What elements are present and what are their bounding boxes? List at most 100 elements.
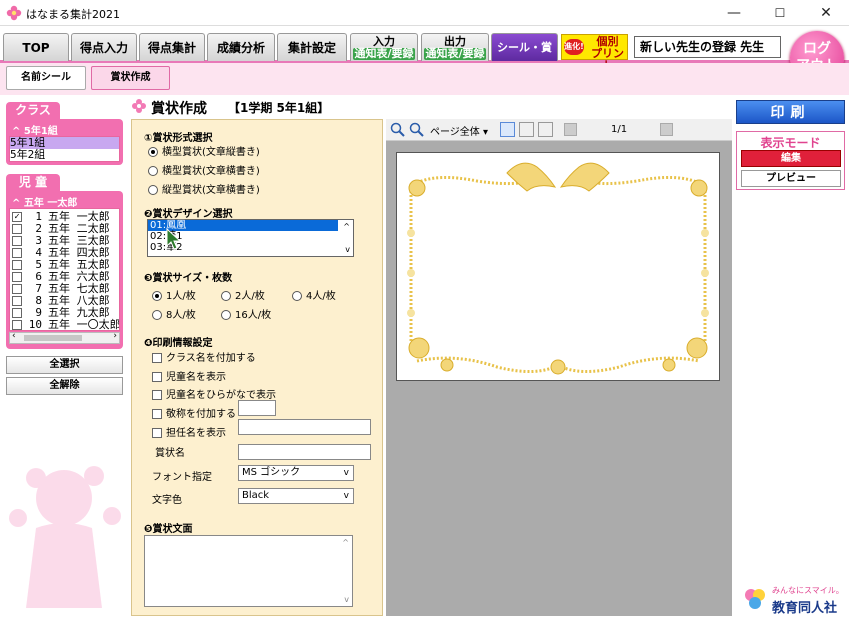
subtab-award-create[interactable]: 賞状作成	[91, 66, 170, 90]
deselect-all-button[interactable]: 全解除	[6, 377, 123, 395]
radio-icon[interactable]	[148, 185, 158, 195]
checkbox-icon[interactable]	[12, 296, 22, 306]
award-name-label: 賞状名	[155, 448, 185, 459]
checkbox-icon[interactable]	[12, 320, 22, 330]
size-option[interactable]: 1人/枚	[152, 287, 196, 302]
section-size: ❸賞状サイズ・枚数	[144, 273, 233, 284]
tab-score-input[interactable]: 得点入力	[71, 33, 137, 61]
student-panel-header: 児 童	[6, 174, 60, 191]
tab-score-total[interactable]: 得点集計	[139, 33, 205, 61]
award-name-input[interactable]	[238, 444, 371, 460]
radio-icon[interactable]	[148, 147, 158, 157]
page-indicator: 1/1	[611, 124, 628, 135]
checkbox-icon[interactable]: ✓	[12, 212, 22, 222]
tab-report-input[interactable]: 入力 通知表/要録	[350, 33, 418, 61]
checkbox-icon[interactable]	[12, 236, 22, 246]
zoom-select-value: ページ全体	[430, 127, 480, 138]
section-design: ❷賞状デザイン選択	[144, 209, 233, 220]
horizontal-scrollbar[interactable]: ‹ ›	[9, 331, 120, 344]
checkbox-icon[interactable]	[12, 308, 22, 318]
scroll-up-icon[interactable]: ^	[343, 221, 350, 232]
tab-top[interactable]: TOP	[3, 33, 69, 61]
print-check[interactable]: 担任名を表示	[152, 424, 226, 439]
tab-analysis[interactable]: 成績分析	[207, 33, 275, 61]
checkbox-icon[interactable]	[12, 224, 22, 234]
checkbox-icon[interactable]	[152, 390, 162, 400]
zoom-in-icon[interactable]	[390, 122, 405, 137]
font-select[interactable]: MS ゴシック v	[238, 465, 354, 481]
size-option-label: 16人/枚	[235, 310, 272, 321]
radio-icon[interactable]	[148, 166, 158, 176]
scroll-thumb[interactable]	[24, 335, 82, 341]
checkbox-icon[interactable]	[12, 272, 22, 282]
scroll-up-icon[interactable]: ^	[342, 538, 349, 547]
format-option[interactable]: 横型賞状(文章横書き)	[148, 162, 260, 177]
phoenix-frame-image	[407, 162, 709, 375]
prev-page-icon[interactable]	[564, 123, 577, 136]
zoom-out-icon[interactable]	[409, 122, 424, 137]
print-check-label: 担任名を表示	[166, 428, 226, 439]
select-all-button[interactable]: 全選択	[6, 356, 123, 374]
checkbox-icon[interactable]	[152, 428, 162, 438]
radio-icon[interactable]	[221, 291, 231, 301]
size-option[interactable]: 8人/枚	[152, 306, 196, 321]
font-select-value: MS ゴシック	[242, 467, 301, 478]
radio-icon[interactable]	[152, 310, 162, 320]
format-option-label: 横型賞状(文章縦書き)	[162, 147, 260, 158]
format-option[interactable]: 横型賞状(文章縦書き)	[148, 143, 260, 158]
company-name: 教育同人社	[772, 601, 838, 616]
checkbox-icon[interactable]	[12, 248, 22, 258]
subtab-name-seal[interactable]: 名前シール	[6, 66, 86, 90]
display-mode-panel: 表示モード 編集 プレビュー	[736, 131, 845, 190]
individual-print-button[interactable]: 進化! 個別 プリント	[561, 34, 628, 72]
format-option[interactable]: 縦型賞状(文章横書き)	[148, 181, 260, 196]
size-option[interactable]: 2人/枚	[221, 287, 265, 302]
section-text: ❺賞状文面	[144, 524, 193, 535]
print-check[interactable]: クラス名を付加する	[152, 349, 256, 364]
scroll-down-icon[interactable]: v	[345, 244, 350, 255]
edit-mode-button[interactable]: 編集	[741, 150, 841, 167]
award-text-area[interactable]: ^ v	[144, 535, 353, 607]
scroll-down-icon[interactable]: v	[344, 595, 349, 604]
tab-seal-award[interactable]: シール・賞状	[491, 33, 558, 82]
color-select[interactable]: Black v	[238, 488, 354, 504]
company-tagline: みんなにスマイル。	[772, 586, 844, 595]
two-page-icon[interactable]	[519, 122, 534, 137]
student-list: ✓ 1 五年 一太郎 2 五年 二太郎 3 五年 三太郎 4 五年 四太郎 5 五年 五太郎 6 五年 …	[9, 208, 120, 331]
tab-settings[interactable]: 集計設定	[277, 33, 347, 61]
scroll-left-icon[interactable]: ‹	[12, 331, 16, 341]
print-button[interactable]: 印刷	[736, 100, 845, 124]
checkbox-icon[interactable]	[152, 409, 162, 419]
tab-report-output[interactable]: 出力 通知表/要録	[421, 33, 489, 61]
checkbox-icon[interactable]	[152, 353, 162, 363]
section-format: ①賞状形式選択	[144, 133, 213, 144]
size-option[interactable]: 4人/枚	[292, 287, 336, 302]
maximize-button[interactable]: ☐	[757, 0, 803, 26]
checkbox-icon[interactable]	[12, 260, 22, 270]
print-check[interactable]: 敬称を付加する	[152, 405, 236, 420]
size-option[interactable]: 16人/枚	[221, 306, 271, 321]
student-row[interactable]: 10 五年 一〇太郎	[12, 319, 119, 330]
minimize-button[interactable]: —	[711, 0, 757, 26]
zoom-select[interactable]: ページ全体 ▾	[430, 123, 488, 138]
close-button[interactable]: ✕	[803, 0, 849, 26]
checkbox-icon[interactable]	[152, 372, 162, 382]
print-check[interactable]: 児童名をひらがなで表示	[152, 386, 276, 401]
page-title: 賞状作成	[151, 101, 207, 117]
checkbox-icon[interactable]	[12, 284, 22, 294]
settings-form: ①賞状形式選択 横型賞状(文章縦書き) 横型賞状(文章横書き) 縦型賞状(文章横…	[131, 119, 383, 616]
honorific-input[interactable]	[238, 400, 276, 416]
preview-mode-button[interactable]: プレビュー	[741, 170, 841, 187]
scroll-right-icon[interactable]: ›	[113, 331, 117, 341]
cursor-icon	[166, 228, 182, 250]
radio-icon[interactable]	[152, 291, 162, 301]
single-page-icon[interactable]	[500, 122, 515, 137]
teacher-name-input[interactable]	[238, 419, 371, 435]
print-check[interactable]: 児童名を表示	[152, 368, 226, 383]
multi-page-icon[interactable]	[538, 122, 553, 137]
page-context: 【1学期 5年1組】	[228, 101, 330, 115]
radio-icon[interactable]	[221, 310, 231, 320]
class-item[interactable]: 5年2組	[10, 149, 119, 161]
radio-icon[interactable]	[292, 291, 302, 301]
next-page-icon[interactable]	[660, 123, 673, 136]
